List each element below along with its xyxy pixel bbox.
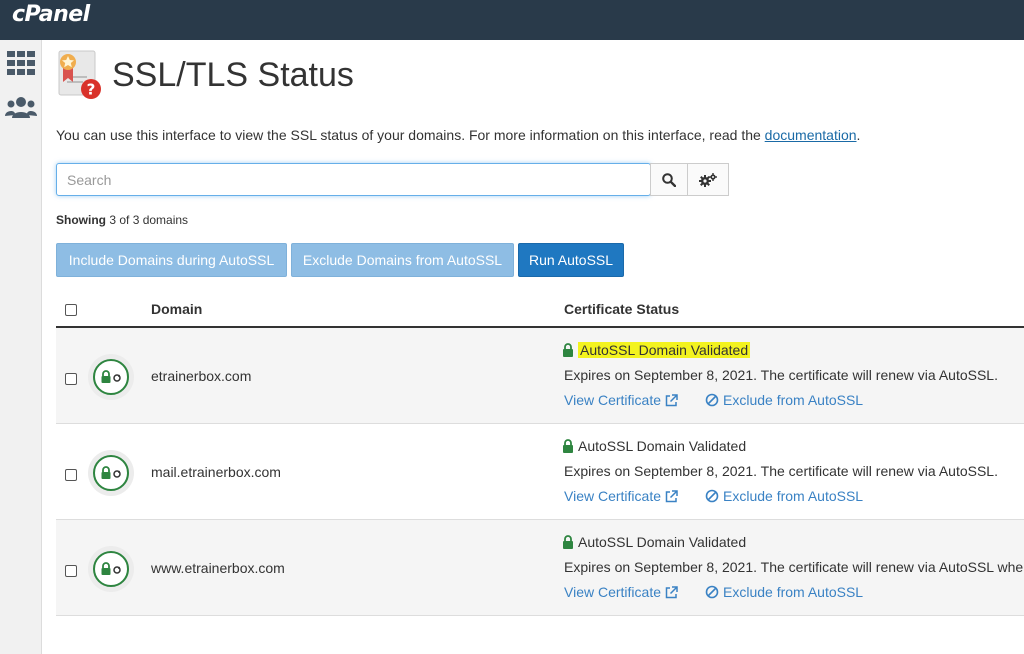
- domain-name: etrainerbox.com: [151, 368, 252, 384]
- expiry-text: Expires on September 8, 2021. The certif…: [564, 463, 998, 479]
- documentation-link[interactable]: documentation: [765, 127, 857, 143]
- search-input[interactable]: [57, 164, 650, 195]
- exclude-label: Exclude from AutoSSL: [723, 488, 864, 504]
- certificate-status: AutoSSL Domain Validated: [562, 342, 751, 358]
- lock-icon: [563, 535, 573, 549]
- table-row: mail.etrainerbox.com AutoSSL Domain Vali…: [56, 424, 1024, 520]
- main-content: ? SSL/TLS Status You can use this interf…: [43, 40, 1024, 654]
- lock-sync-icon: [101, 370, 121, 383]
- users-icon[interactable]: [4, 92, 38, 124]
- page-title: SSL/TLS Status: [112, 56, 354, 94]
- exclude-from-autossl-link[interactable]: Exclude from AutoSSL: [705, 488, 863, 504]
- run-autossl-button[interactable]: Run AutoSSL: [518, 243, 624, 277]
- status-indicator: [88, 546, 134, 592]
- exclude-from-autossl-link[interactable]: Exclude from AutoSSL: [705, 392, 863, 408]
- status-text: AutoSSL Domain Validated: [578, 342, 751, 358]
- intro-period: .: [856, 127, 861, 143]
- showing-text: 3 of 3 domains: [109, 213, 189, 227]
- table-body: etrainerbox.com AutoSSL Domain Validated…: [56, 328, 1024, 616]
- search-box: [56, 163, 651, 196]
- domain-name: mail.etrainerbox.com: [151, 464, 281, 480]
- external-link-icon: [665, 489, 678, 502]
- certificate-status: AutoSSL Domain Validated: [562, 438, 746, 454]
- sidebar: [0, 40, 42, 654]
- table-row: etrainerbox.com AutoSSL Domain Validated…: [56, 328, 1024, 424]
- expiry-text: Expires on September 8, 2021. The certif…: [564, 559, 1024, 575]
- table-row: www.etrainerbox.com AutoSSL Domain Valid…: [56, 520, 1024, 616]
- ban-icon: [705, 489, 719, 503]
- lock-icon: [563, 343, 573, 357]
- external-link-icon: [665, 393, 678, 406]
- domain-name: www.etrainerbox.com: [151, 560, 285, 576]
- status-indicator: [88, 450, 134, 496]
- view-certificate-label: View Certificate: [564, 584, 662, 600]
- intro-text: You can use this interface to view the S…: [56, 127, 860, 143]
- table-header: Domain Certificate Status: [56, 291, 1024, 328]
- domains-table: Domain Certificate Status etrainerbox.co…: [56, 291, 1024, 616]
- lock-icon: [563, 439, 573, 453]
- view-certificate-link[interactable]: View Certificate: [564, 488, 678, 504]
- domain-column-header[interactable]: Domain: [151, 301, 202, 317]
- status-text: AutoSSL Domain Validated: [578, 534, 747, 550]
- view-certificate-label: View Certificate: [564, 392, 662, 408]
- view-certificate-link[interactable]: View Certificate: [564, 584, 678, 600]
- external-link-icon: [665, 585, 678, 598]
- expiry-text: Expires on September 8, 2021. The certif…: [564, 367, 998, 383]
- svg-text:?: ?: [87, 81, 96, 99]
- row-checkbox[interactable]: [65, 469, 77, 481]
- select-all-checkbox[interactable]: [65, 304, 77, 316]
- view-certificate-link[interactable]: View Certificate: [564, 392, 678, 408]
- certificate-status: AutoSSL Domain Validated: [562, 534, 746, 550]
- showing-count: Showing 3 of 3 domains: [56, 213, 188, 227]
- row-checkbox[interactable]: [65, 565, 77, 577]
- grid-icon[interactable]: [4, 47, 38, 79]
- search-icon: [662, 172, 676, 187]
- row-checkbox[interactable]: [65, 373, 77, 385]
- cpanel-logo[interactable]: cPanel: [12, 2, 90, 27]
- gears-icon: [699, 172, 717, 187]
- include-domains-button[interactable]: Include Domains during AutoSSL: [56, 243, 287, 277]
- lock-sync-icon: [101, 466, 121, 479]
- exclude-domains-button[interactable]: Exclude Domains from AutoSSL: [291, 243, 514, 277]
- settings-button[interactable]: [687, 163, 729, 196]
- status-column-header: Certificate Status: [564, 301, 680, 317]
- certificate-icon: ?: [57, 50, 103, 100]
- top-bar: cPanel: [0, 0, 1024, 40]
- intro-sentence: You can use this interface to view the S…: [56, 127, 765, 143]
- status-text: AutoSSL Domain Validated: [578, 438, 747, 454]
- search-button[interactable]: [650, 163, 688, 196]
- ban-icon: [705, 393, 719, 407]
- status-indicator: [88, 354, 134, 400]
- exclude-label: Exclude from AutoSSL: [723, 584, 864, 600]
- exclude-from-autossl-link[interactable]: Exclude from AutoSSL: [705, 584, 863, 600]
- lock-sync-icon: [101, 562, 121, 575]
- ban-icon: [705, 585, 719, 599]
- exclude-label: Exclude from AutoSSL: [723, 392, 864, 408]
- view-certificate-label: View Certificate: [564, 488, 662, 504]
- showing-label: Showing: [56, 213, 106, 227]
